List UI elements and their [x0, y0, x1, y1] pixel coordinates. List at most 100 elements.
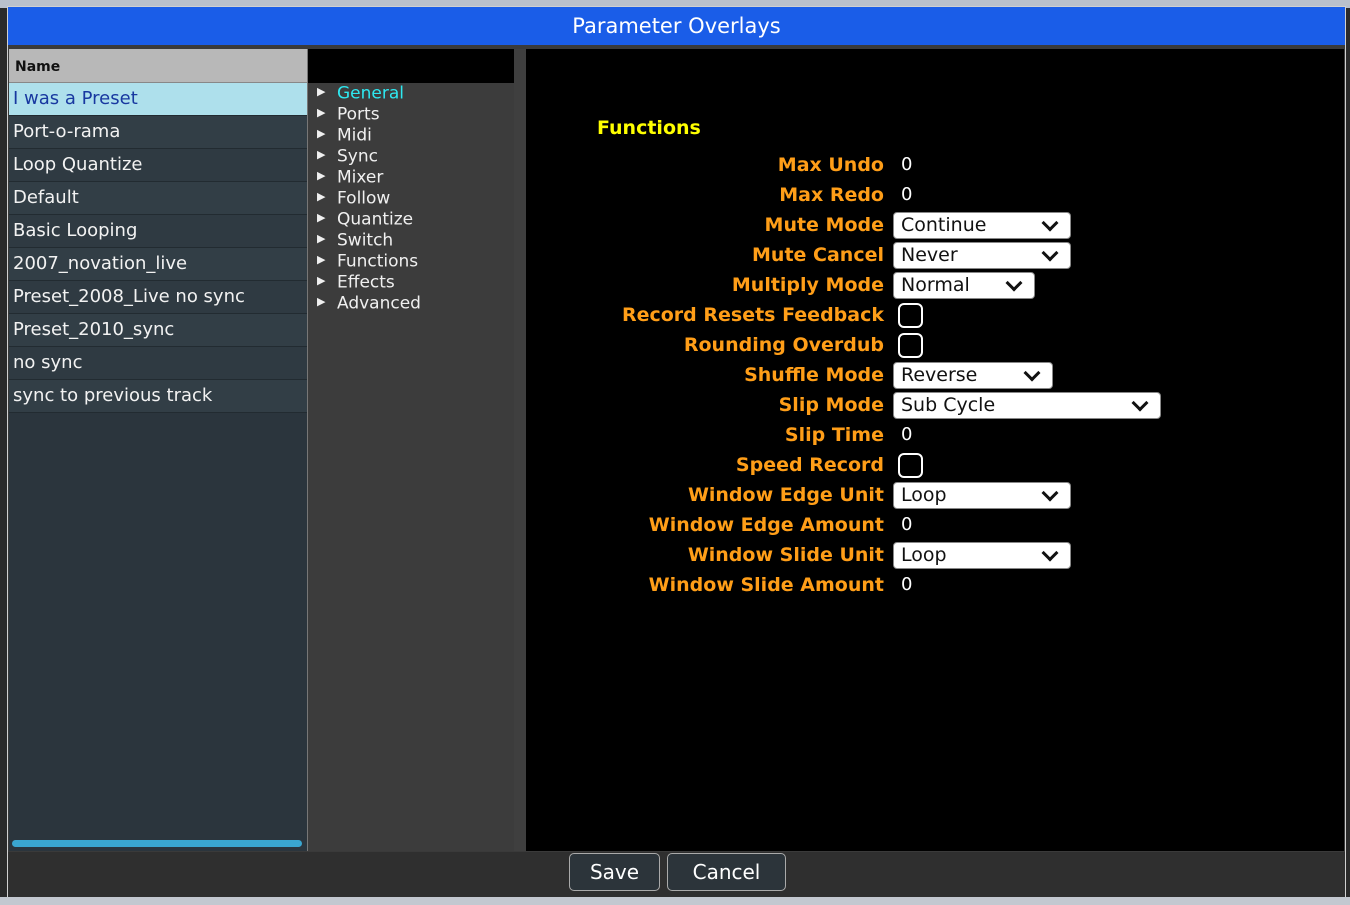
tree-item-switch[interactable]: ▶ Switch	[308, 230, 514, 251]
field-row-slip-mode: Slip Mode Sub Cycle	[526, 390, 1344, 420]
expand-arrow-icon[interactable]: ▶	[317, 186, 337, 207]
parameter-overlays-dialog: Parameter Overlays Name I was a Preset Po…	[7, 6, 1346, 897]
field-label-slip-mode: Slip Mode	[778, 394, 884, 416]
tree-item-label: Effects	[337, 272, 395, 293]
preset-item[interactable]: Default	[9, 182, 307, 215]
preset-item[interactable]: Basic Looping	[9, 215, 307, 248]
field-label-window-slide-amount: Window Slide Amount	[648, 574, 884, 596]
field-row-slip-time: Slip Time 0	[526, 420, 1344, 450]
multiply-mode-select-value: Normal	[901, 274, 970, 296]
record-resets-feedback-checkbox[interactable]	[898, 303, 923, 328]
slip-time-value[interactable]: 0	[901, 420, 912, 450]
tree-item-label: Functions	[337, 251, 419, 272]
category-tree: ▶ General ▶ Ports ▶ Midi ▶ Sync ▶ Mixer ▶ Follow ▶ Qu…	[308, 49, 514, 851]
shuffle-mode-select-value: Reverse	[901, 364, 978, 386]
preset-item[interactable]: no sync	[9, 347, 307, 380]
preset-item[interactable]: Port-o-rama	[9, 116, 307, 149]
max-redo-value[interactable]: 0	[901, 180, 912, 210]
expand-arrow-icon[interactable]: ▶	[317, 81, 337, 102]
preset-list-items: I was a Preset Port-o-rama Loop Quantize De…	[9, 83, 307, 413]
field-label-window-edge-amount: Window Edge Amount	[648, 514, 884, 536]
chevron-down-icon	[1023, 364, 1041, 382]
field-row-shuffle-mode: Shuffle Mode Reverse	[526, 360, 1344, 390]
field-row-speed-record: Speed Record	[526, 450, 1344, 480]
panel-splitter[interactable]	[514, 49, 526, 851]
preset-list-header[interactable]: Name	[9, 49, 307, 83]
expand-arrow-icon[interactable]: ▶	[317, 228, 337, 249]
parameter-form: Functions Max Undo 0 Max Redo 0 Mute Mode Con…	[526, 49, 1344, 851]
tree-item-label: Switch	[337, 230, 394, 251]
expand-arrow-icon[interactable]: ▶	[317, 165, 337, 186]
slip-mode-select[interactable]: Sub Cycle	[893, 392, 1161, 419]
tree-item-mixer[interactable]: ▶ Mixer	[308, 167, 514, 188]
speed-record-checkbox[interactable]	[898, 453, 923, 478]
chevron-down-icon	[1041, 484, 1059, 502]
tree-item-sync[interactable]: ▶ Sync	[308, 146, 514, 167]
tree-item-label: General	[337, 83, 404, 104]
tree-item-label: Sync	[337, 146, 378, 167]
preset-item[interactable]: Loop Quantize	[9, 149, 307, 182]
field-row-max-redo: Max Redo 0	[526, 180, 1344, 210]
tree-item-ports[interactable]: ▶ Ports	[308, 104, 514, 125]
tree-item-quantize[interactable]: ▶ Quantize	[308, 209, 514, 230]
tree-item-label: Quantize	[337, 209, 414, 230]
expand-arrow-icon[interactable]: ▶	[317, 270, 337, 291]
tree-item-label: Ports	[337, 104, 380, 125]
window-slide-unit-select-value: Loop	[901, 544, 947, 566]
preset-item[interactable]: 2007_novation_live	[9, 248, 307, 281]
window-edge-unit-select-value: Loop	[901, 484, 947, 506]
field-label-mute-mode: Mute Mode	[764, 214, 884, 236]
field-label-mute-cancel: Mute Cancel	[752, 244, 884, 266]
preset-item[interactable]: I was a Preset	[9, 83, 307, 116]
preset-item[interactable]: sync to previous track	[9, 380, 307, 413]
window-slide-unit-select[interactable]: Loop	[893, 542, 1071, 569]
field-row-window-edge-unit: Window Edge Unit Loop	[526, 480, 1344, 510]
chevron-down-icon	[1041, 544, 1059, 562]
field-row-record-resets-feedback: Record Resets Feedback	[526, 300, 1344, 330]
section-title: Functions	[597, 117, 701, 139]
tree-item-label: Mixer	[337, 167, 384, 188]
expand-arrow-icon[interactable]: ▶	[317, 123, 337, 144]
expand-arrow-icon[interactable]: ▶	[317, 144, 337, 165]
tree-item-label: Advanced	[337, 293, 421, 314]
background-bottom-strip	[0, 897, 1350, 905]
field-label-speed-record: Speed Record	[735, 454, 884, 476]
tree-item-midi[interactable]: ▶ Midi	[308, 125, 514, 146]
tree-item-effects[interactable]: ▶ Effects	[308, 272, 514, 293]
window-edge-unit-select[interactable]: Loop	[893, 482, 1071, 509]
cancel-button[interactable]: Cancel	[667, 853, 786, 891]
slip-mode-select-value: Sub Cycle	[901, 394, 996, 416]
max-undo-value[interactable]: 0	[901, 150, 912, 180]
field-label-window-slide-unit: Window Slide Unit	[687, 544, 884, 566]
field-label-window-edge-unit: Window Edge Unit	[687, 484, 884, 506]
preset-item[interactable]: Preset_2008_Live no sync	[9, 281, 307, 314]
tree-item-advanced[interactable]: ▶ Advanced	[308, 293, 514, 314]
category-tree-items: ▶ General ▶ Ports ▶ Midi ▶ Sync ▶ Mixer ▶ Follow ▶ Qu…	[308, 83, 514, 314]
mute-cancel-select-value: Never	[901, 244, 958, 266]
preset-list: Name I was a Preset Port-o-rama Loop Quant…	[9, 49, 308, 851]
window-edge-amount-value[interactable]: 0	[901, 510, 912, 540]
chevron-down-icon	[1131, 394, 1149, 412]
preset-list-scrollbar[interactable]	[12, 840, 302, 847]
tree-item-follow[interactable]: ▶ Follow	[308, 188, 514, 209]
dialog-footer: Save Cancel	[8, 852, 1345, 897]
tree-item-functions[interactable]: ▶ Functions	[308, 251, 514, 272]
preset-item[interactable]: Preset_2010_sync	[9, 314, 307, 347]
multiply-mode-select[interactable]: Normal	[893, 272, 1035, 299]
field-label-multiply-mode: Multiply Mode	[731, 274, 884, 296]
chevron-down-icon	[1005, 274, 1023, 292]
expand-arrow-icon[interactable]: ▶	[317, 102, 337, 123]
expand-arrow-icon[interactable]: ▶	[317, 207, 337, 228]
tree-item-general[interactable]: ▶ General	[308, 83, 514, 104]
field-row-mute-cancel: Mute Cancel Never	[526, 240, 1344, 270]
shuffle-mode-select[interactable]: Reverse	[893, 362, 1053, 389]
category-tree-header	[308, 49, 514, 83]
field-row-max-undo: Max Undo 0	[526, 150, 1344, 180]
expand-arrow-icon[interactable]: ▶	[317, 291, 337, 312]
rounding-overdub-checkbox[interactable]	[898, 333, 923, 358]
mute-cancel-select[interactable]: Never	[893, 242, 1071, 269]
expand-arrow-icon[interactable]: ▶	[317, 249, 337, 270]
mute-mode-select[interactable]: Continue	[893, 212, 1071, 239]
save-button[interactable]: Save	[569, 853, 660, 891]
window-slide-amount-value[interactable]: 0	[901, 570, 912, 600]
